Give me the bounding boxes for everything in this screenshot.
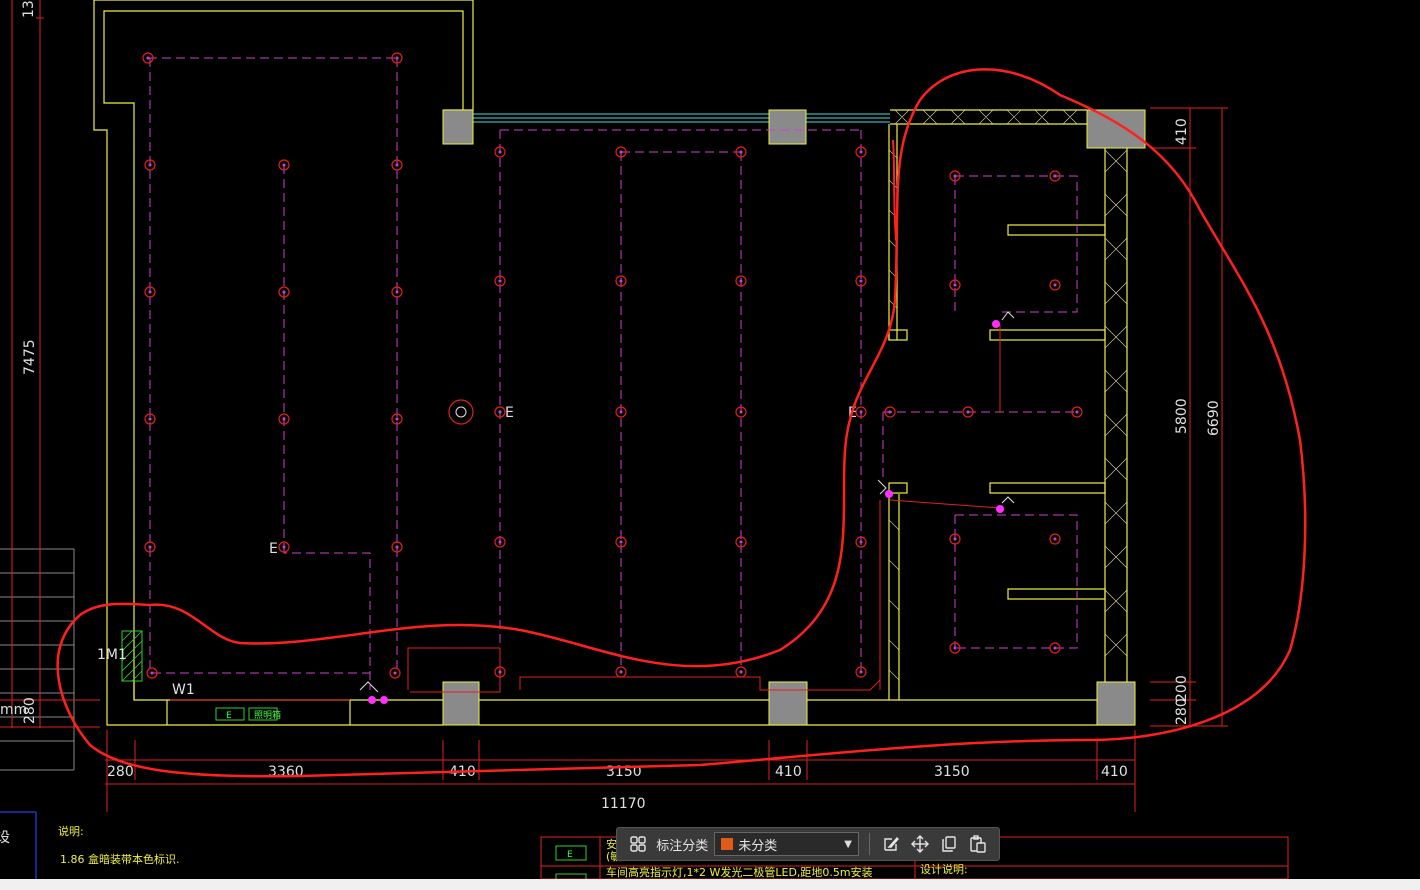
lighting-wiring	[148, 57, 1078, 690]
light-fixture-center	[1053, 283, 1057, 287]
light-fixture-center	[739, 410, 743, 414]
legend-row-2: 车间高亮指示灯,1*2 W发光二极管LED,距地0.5m安装	[606, 865, 873, 879]
light-fixture-center	[739, 670, 743, 674]
cad-drawing-canvas[interactable]: 130 7475 280 1M1 W1 E 照明箱 E E E 280 3360…	[0, 0, 1420, 890]
light-fixture-center	[393, 671, 397, 675]
dim-bottom-5: 3150	[934, 764, 970, 780]
category-select-value: 未分类	[738, 838, 778, 854]
dim-bottom-4: 410	[775, 764, 802, 780]
dim-right-top: 410	[1174, 118, 1190, 145]
light-fixture-center	[395, 56, 399, 60]
markup-stroke-2	[892, 139, 897, 241]
power-wiring	[170, 325, 1001, 701]
move-icon[interactable]	[905, 830, 934, 858]
light-fixture-center	[619, 670, 623, 674]
light-fixture-center	[150, 671, 154, 675]
toolbar-divider	[868, 833, 870, 855]
dim-right-total: 6690	[1206, 400, 1222, 436]
light-fixture-center	[282, 163, 286, 167]
light-fixture-center	[395, 545, 399, 549]
light-fixture-center	[953, 283, 957, 287]
light-fixture-center	[498, 670, 502, 674]
light-fixture-center	[739, 150, 743, 154]
light-fixture-center	[859, 279, 863, 283]
category-select[interactable]: 未分类 ▼	[714, 832, 859, 856]
columns	[442, 109, 1146, 726]
light-fixture-center	[1053, 174, 1057, 178]
dim-left-top: 130	[21, 0, 37, 18]
notes-title: 说明:	[58, 824, 84, 838]
light-fixture-center	[953, 537, 957, 541]
left-fragment-char: 设	[0, 830, 10, 846]
dim-bottom-0: 280	[107, 764, 134, 780]
light-fixture-center	[953, 174, 957, 178]
left-dimension-lines	[0, 0, 100, 728]
light-fixture-center	[282, 290, 286, 294]
light-fixture-center	[282, 417, 286, 421]
light-fixture-center	[859, 670, 863, 674]
door-label: 1M1	[97, 647, 127, 663]
category-label: 标注分类	[656, 838, 709, 854]
dim-right-mid: 5800	[1174, 398, 1190, 434]
outlet-box-2-label: 照明箱	[254, 709, 281, 721]
light-fixture-center	[148, 545, 152, 549]
switch-points	[368, 320, 1004, 704]
grid-icon[interactable]	[623, 830, 652, 858]
light-fixture-center	[966, 410, 970, 414]
dim-bottom-1: 3360	[268, 764, 304, 780]
light-fixture-center	[859, 410, 863, 414]
light-fixture-center	[739, 279, 743, 283]
paste-icon[interactable]	[964, 830, 993, 858]
dim-right-bottom-b: 200	[1174, 675, 1190, 702]
light-fixture-center	[395, 417, 399, 421]
light-fixture-center	[498, 410, 502, 414]
light-fixture-center	[1053, 537, 1057, 541]
dim-bottom-6: 410	[1101, 764, 1128, 780]
light-fixture-center	[148, 163, 152, 167]
light-fixture-center	[859, 150, 863, 154]
copy-icon[interactable]	[934, 830, 963, 858]
light-fixture-center	[953, 646, 957, 650]
annotation-toolbar: 标注分类 未分类 ▼	[616, 827, 1000, 861]
outlet-label-2: E	[505, 405, 514, 421]
light-fixture-center	[619, 410, 623, 414]
building-walls	[93, 0, 1135, 726]
legend-design-note: 设计说明:	[920, 862, 968, 876]
category-color-swatch	[721, 838, 734, 850]
light-fixture-center	[619, 540, 623, 544]
light-fixture-center	[739, 540, 743, 544]
left-side-table	[0, 548, 75, 771]
light-fixture-center	[395, 290, 399, 294]
ceiling-fan-symbol	[448, 399, 474, 425]
ceiling-fan-symbol-inner	[455, 406, 467, 418]
light-fixture-center	[498, 150, 502, 154]
light-fixture-center	[619, 150, 623, 154]
light-fixture-center	[1053, 646, 1057, 650]
window-label: W1	[172, 682, 195, 698]
light-fixture-center	[148, 417, 152, 421]
left-unit: mm	[0, 702, 27, 718]
light-fixture-center	[1075, 410, 1079, 414]
light-fixture-center	[282, 545, 286, 549]
dim-left-mid: 7475	[22, 339, 38, 375]
chevron-down-icon: ▼	[844, 838, 852, 850]
light-fixture-center	[498, 279, 502, 283]
legend-outlet-box-label: E	[567, 850, 573, 860]
light-fixture-center	[859, 540, 863, 544]
light-fixture-center	[148, 290, 152, 294]
curtain-wall	[473, 113, 890, 123]
edit-icon[interactable]	[876, 830, 905, 858]
notes-line-1: 1.86 盒暗装带本色标识.	[60, 852, 180, 866]
light-fixture-center	[395, 163, 399, 167]
light-fixture-center	[888, 410, 892, 414]
light-fixture-center	[498, 540, 502, 544]
dim-bottom-total: 11170	[601, 796, 646, 812]
light-fixture-center	[146, 56, 150, 60]
light-fixture-center	[619, 279, 623, 283]
outlet-label-1: E	[269, 541, 278, 557]
outlet-box-1-label: E	[226, 711, 232, 721]
status-strip	[0, 879, 1420, 890]
